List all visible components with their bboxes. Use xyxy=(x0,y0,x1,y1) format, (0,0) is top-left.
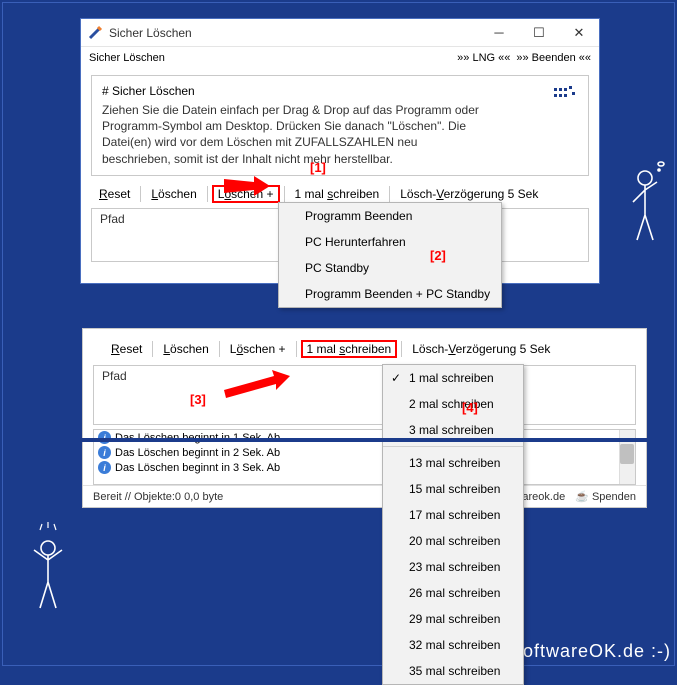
log-line: iDas Löschen beginnt in 3 Sek. Ab xyxy=(94,460,635,475)
callout-2: [2] xyxy=(430,248,446,263)
arrow-1-icon xyxy=(220,168,290,204)
statusbar: Bereit // Objekte:0 0,0 byte areok.de ☕ … xyxy=(83,485,646,507)
loeschen-button[interactable]: Löschen xyxy=(145,185,202,203)
menubar: Sicher Löschen »» LNG «« »» Beenden «« xyxy=(81,47,599,69)
menu-item-herunterfahren[interactable]: PC Herunterfahren xyxy=(279,229,501,255)
beenden-menu[interactable]: »» Beenden «« xyxy=(516,52,591,64)
donate-link[interactable]: ☕ Spenden xyxy=(575,490,636,503)
status-text: Bereit // Objekte:0 0,0 byte xyxy=(93,491,223,503)
menu-item-29x[interactable]: 29 mal schreiben xyxy=(383,606,523,632)
softwareok-link[interactable]: areok.de xyxy=(522,491,565,503)
reset-button[interactable]: Reset xyxy=(93,185,136,203)
callout-3: [3] xyxy=(190,392,206,407)
app-icon xyxy=(87,25,103,41)
loeschen-plus-menu: Programm Beenden PC Herunterfahren PC St… xyxy=(278,202,502,308)
verzoegerung-button-2[interactable]: Lösch-Verzögerung 5 Sek xyxy=(406,340,556,358)
menu-item-standby[interactable]: PC Standby xyxy=(279,255,501,281)
window-title: Sicher Löschen xyxy=(109,26,479,40)
schreiben-menu: 1 mal schreiben 2 mal schreiben 3 mal sc… xyxy=(382,364,524,685)
menu-item-17x[interactable]: 17 mal schreiben xyxy=(383,502,523,528)
loeschen-plus-button-2[interactable]: Löschen + xyxy=(224,340,292,358)
menu-item-15x[interactable]: 15 mal schreiben xyxy=(383,476,523,502)
menu-item-23x[interactable]: 23 mal schreiben xyxy=(383,554,523,580)
maximize-button[interactable]: ☐ xyxy=(519,19,559,47)
description-title: # Sicher Löschen xyxy=(102,84,578,98)
description-box: # Sicher Löschen Ziehen Sie die Datein e… xyxy=(91,75,589,176)
schreiben-button-2[interactable]: 1 mal schreiben xyxy=(301,340,398,358)
log-line: iDas Löschen beginnt in 2 Sek. Ab xyxy=(94,445,635,460)
menu-item-20x[interactable]: 20 mal schreiben xyxy=(383,528,523,554)
list-header-pfad-2: Pfad xyxy=(94,366,635,387)
menu-item-2x[interactable]: 2 mal schreiben xyxy=(383,391,523,417)
lng-menu[interactable]: »» LNG «« xyxy=(457,52,510,64)
callout-1: [1] xyxy=(310,160,326,175)
menu-item-32x[interactable]: 32 mal schreiben xyxy=(383,632,523,658)
menu-item-35x[interactable]: 35 mal schreiben xyxy=(383,658,523,684)
info-icon: i xyxy=(98,461,111,474)
menu-title[interactable]: Sicher Löschen xyxy=(89,52,165,64)
menu-item-26x[interactable]: 26 mal schreiben xyxy=(383,580,523,606)
callout-4: [4] xyxy=(462,400,478,415)
grid-icon xyxy=(554,84,578,109)
file-list-2[interactable]: Pfad xyxy=(93,365,636,425)
arrow-3-icon xyxy=(218,368,308,398)
toolbar-2: Reset Löschen Löschen + 1 mal schreiben … xyxy=(83,337,646,361)
idea-figure-icon xyxy=(20,520,75,618)
loeschen-button-2[interactable]: Löschen xyxy=(157,340,214,358)
thinking-figure-icon xyxy=(615,160,665,253)
description-text: Ziehen Sie die Datein einfach per Drag &… xyxy=(102,102,482,167)
close-button[interactable]: ✕ xyxy=(559,19,599,47)
menu-item-13x[interactable]: 13 mal schreiben xyxy=(383,450,523,476)
schreiben-button[interactable]: 1 mal schreiben xyxy=(289,185,386,203)
reset-button-2[interactable]: Reset xyxy=(105,340,148,358)
overlay-line xyxy=(4,438,673,442)
second-panel: Reset Löschen Löschen + 1 mal schreiben … xyxy=(82,328,647,508)
titlebar: Sicher Löschen ─ ☐ ✕ xyxy=(81,19,599,47)
menu-item-beenden-standby[interactable]: Programm Beenden + PC Standby xyxy=(279,281,501,307)
menu-item-beenden[interactable]: Programm Beenden xyxy=(279,203,501,229)
verzoegerung-button[interactable]: Lösch-Verzögerung 5 Sek xyxy=(394,185,544,203)
minimize-button[interactable]: ─ xyxy=(479,19,519,47)
info-icon: i xyxy=(98,446,111,459)
menu-item-1x[interactable]: 1 mal schreiben xyxy=(383,365,523,391)
